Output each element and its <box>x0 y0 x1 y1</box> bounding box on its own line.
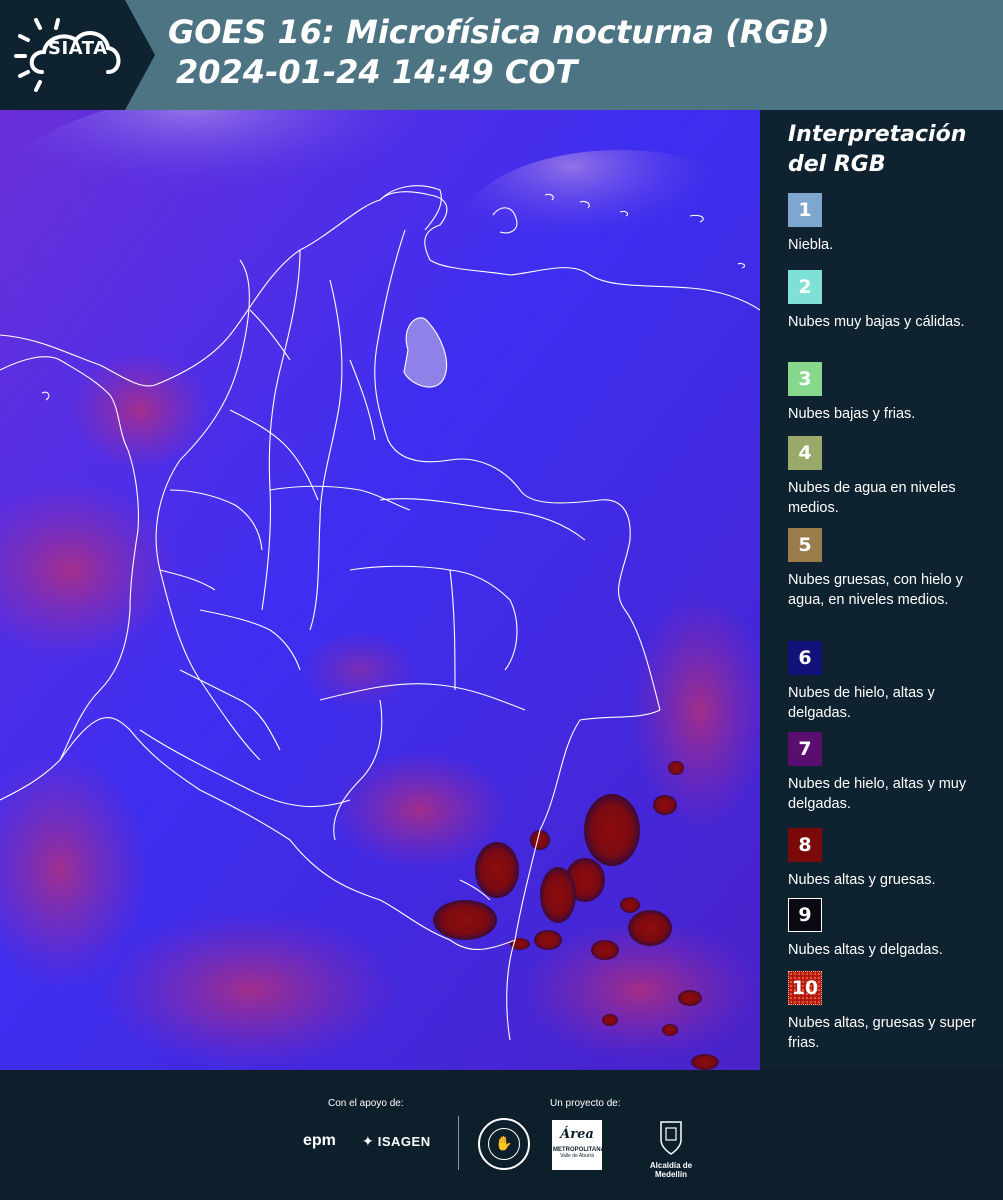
legend-label: Nubes altas y gruesas. <box>788 872 936 888</box>
legend-panel: Interpretación del RGB 1 Niebla. 2 Nubes… <box>760 110 1003 1070</box>
legend-swatch: 1 <box>788 193 822 227</box>
legend-item-1: 1 Niebla. <box>788 193 993 255</box>
legend-item-3: 3 Nubes bajas y frias. <box>788 362 993 424</box>
logo-text: SIATA <box>48 38 108 59</box>
legend-swatch: 9 <box>788 898 822 932</box>
legend-swatch: 8 <box>788 828 822 862</box>
legend-item-4: 4 Nubes de agua en niveles medios. <box>788 436 993 518</box>
sponsor-isagen: ✦ ISAGEN <box>362 1133 431 1150</box>
satellite-image <box>0 110 760 1070</box>
isagen-text: ISAGEN <box>377 1134 431 1149</box>
legend-label: Niebla. <box>788 237 834 253</box>
footer: Con el apoyo de: Un proyecto de: epm ✦ I… <box>0 1070 1003 1200</box>
isagen-icon: ✦ <box>362 1133 374 1149</box>
legend-swatch: 3 <box>788 362 822 396</box>
alcaldia-shield-icon <box>660 1121 682 1155</box>
title-line-1: GOES 16: Microfísica nocturna (RGB) <box>168 13 830 51</box>
sponsor-epm: epm <box>303 1132 336 1149</box>
legend-swatch: 7 <box>788 732 822 766</box>
legend-item-2: 2 Nubes muy bajas y cálidas. <box>788 270 993 332</box>
support-label: Con el apoyo de: <box>328 1098 404 1109</box>
legend-title-line-2: del RGB <box>788 152 886 177</box>
legend-label: Nubes muy bajas y cálidas. <box>788 314 965 330</box>
legend-label: Nubes altas, gruesas y super frias. <box>788 1015 976 1051</box>
legend-label: Nubes bajas y frias. <box>788 406 916 422</box>
seal-icon: ✋ <box>478 1118 530 1170</box>
legend-swatch: 4 <box>788 436 822 470</box>
title-line-2: 2024-01-24 14:49 COT <box>176 53 578 91</box>
legend-swatch: 5 <box>788 528 822 562</box>
logo-panel: SIATA <box>0 0 155 110</box>
legend-label: Nubes de hielo, altas y delgadas. <box>788 685 935 721</box>
legend-label: Nubes de agua en niveles medios. <box>788 480 956 516</box>
alcaldia-text: Alcaldía de Medellín <box>649 1161 693 1179</box>
sponsor-area-metropolitana: Área METROPOLITANA Valle de Aburrá <box>552 1120 605 1170</box>
legend-swatch: 2 <box>788 270 822 304</box>
project-label: Un proyecto de: <box>550 1098 621 1109</box>
legend-swatch: 6 <box>788 641 822 675</box>
legend-swatch: 10 <box>788 971 822 1005</box>
area-logo-sub2: Valle de Aburrá <box>560 1153 594 1159</box>
page-title: GOES 16: Microfísica nocturna (RGB) 2024… <box>168 12 830 92</box>
legend-title: Interpretación del RGB <box>788 120 966 180</box>
legend-label: Nubes altas y delgadas. <box>788 942 943 958</box>
legend-item-5: 5 Nubes gruesas, con hielo y agua, en ni… <box>788 528 993 610</box>
satellite-map[interactable] <box>0 110 760 1070</box>
legend-item-9: 9 Nubes altas y delgadas. <box>788 898 993 960</box>
legend-item-6: 6 Nubes de hielo, altas y delgadas. <box>788 641 993 723</box>
footer-divider <box>458 1116 459 1170</box>
legend-item-7: 7 Nubes de hielo, altas y muy delgadas. <box>788 732 993 814</box>
legend-label: Nubes gruesas, con hielo y agua, en nive… <box>788 572 963 608</box>
header: SIATA GOES 16: Microfísica nocturna (RGB… <box>0 0 1003 110</box>
legend-item-10: 10 Nubes altas, gruesas y super frias. <box>788 971 993 1053</box>
legend-item-8: 8 Nubes altas y gruesas. <box>788 828 993 890</box>
area-logo-text: Área <box>560 1127 594 1142</box>
legend-label: Nubes de hielo, altas y muy delgadas. <box>788 776 967 812</box>
legend-title-line-1: Interpretación <box>788 122 967 147</box>
sponsor-alcaldia: Alcaldía de Medellín <box>638 1120 704 1179</box>
